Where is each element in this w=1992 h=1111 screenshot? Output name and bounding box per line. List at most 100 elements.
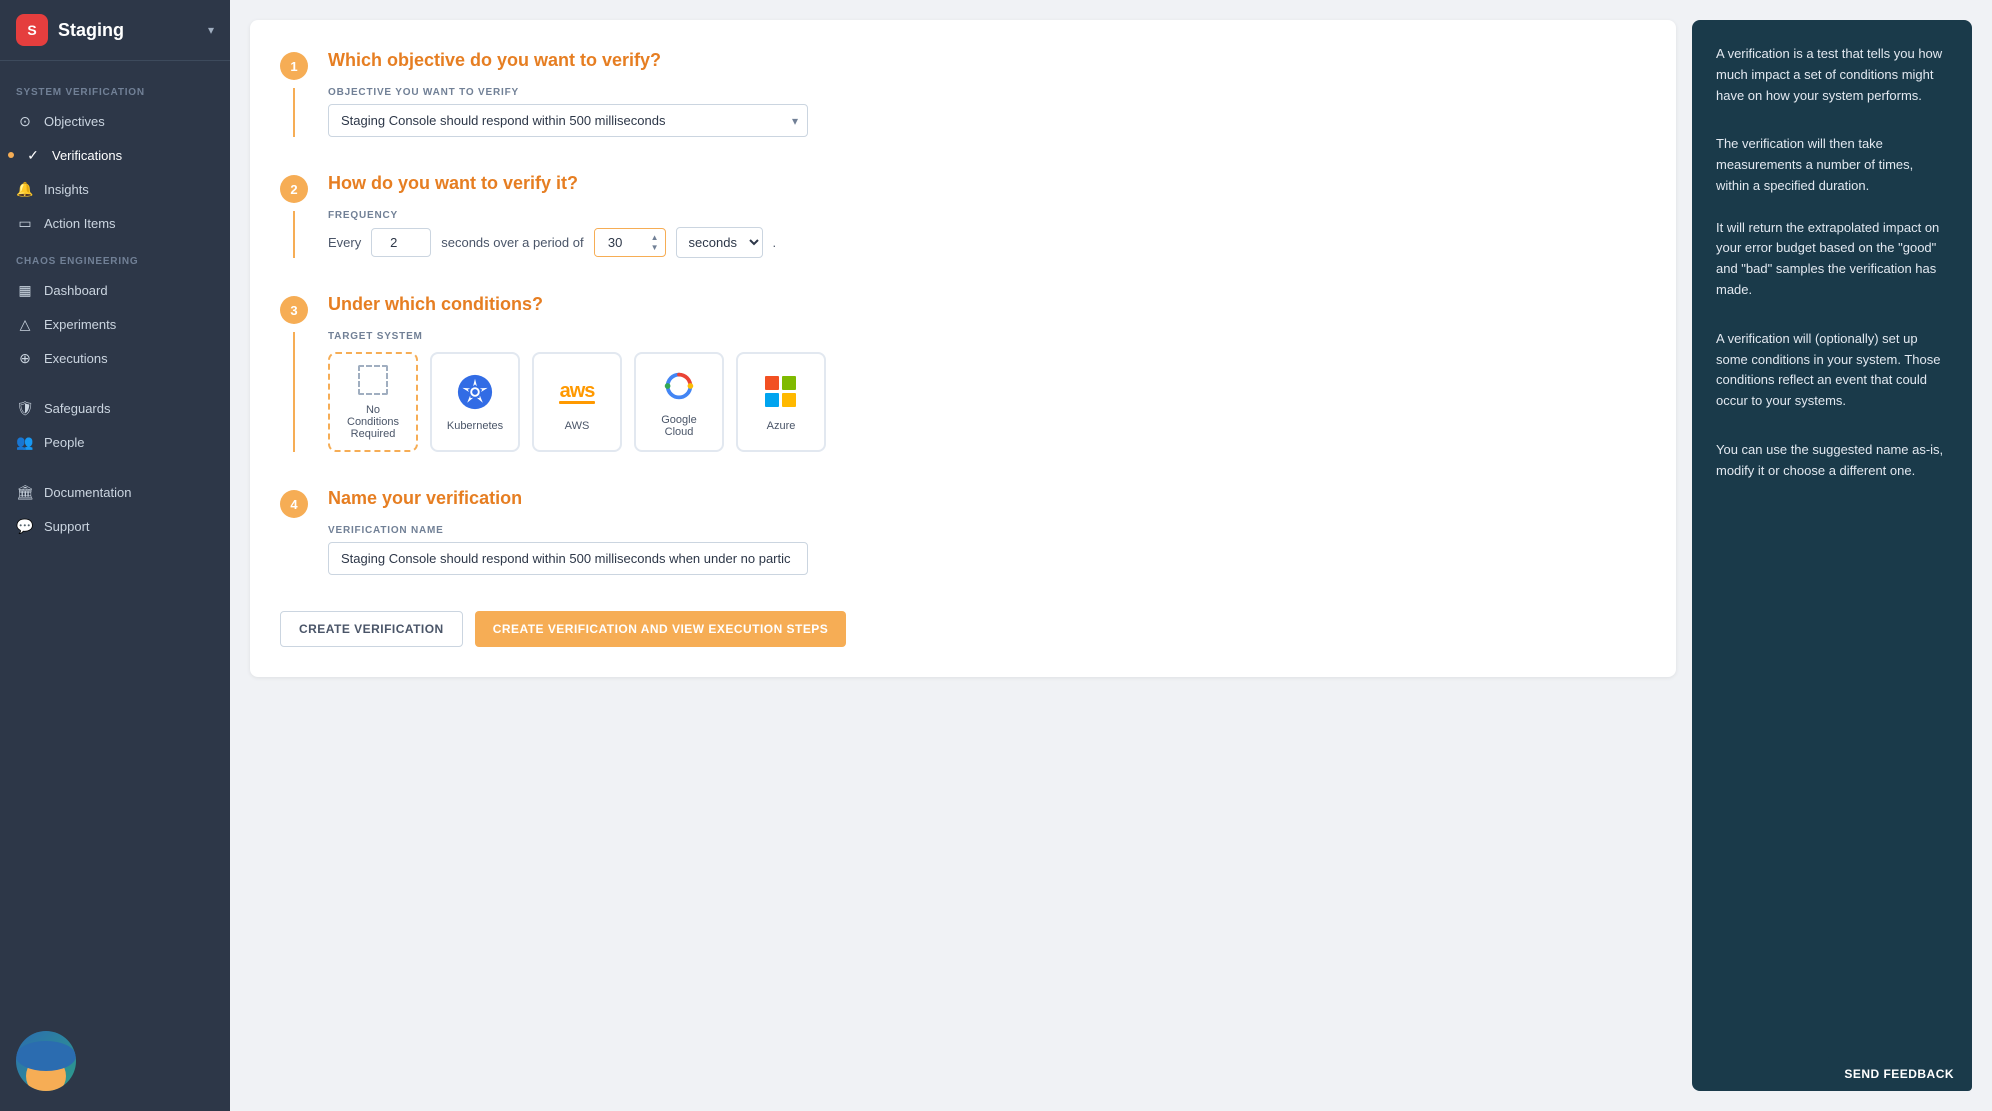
target-none[interactable]: No Conditions Required xyxy=(328,352,418,452)
verification-name-input[interactable] xyxy=(328,542,808,575)
sidebar-item-insights[interactable]: 🔔 Insights xyxy=(0,172,230,206)
target-field-label: TARGET SYSTEM xyxy=(328,331,1646,342)
info-text-2b: It will return the extrapolated impact o… xyxy=(1716,218,1948,301)
people-icon: 👥 xyxy=(16,433,34,451)
target-cards: No Conditions Required xyxy=(328,352,1646,452)
send-feedback-button[interactable]: SEND FEEDBACK xyxy=(1826,1057,1972,1091)
sidebar-item-label: Experiments xyxy=(44,317,116,332)
frequency-input[interactable] xyxy=(371,228,431,257)
step-2-content: How do you want to verify it? FREQUENCY … xyxy=(328,173,1646,258)
sidebar-item-action-items[interactable]: ▭ Action Items xyxy=(0,206,230,240)
target-google-cloud-label: Google Cloud xyxy=(646,414,712,438)
target-aws[interactable]: aws AWS xyxy=(532,352,622,452)
experiments-icon: △ xyxy=(16,315,34,333)
verification-name-field-label: VERIFICATION NAME xyxy=(328,525,1646,536)
sidebar: S Staging ▾ SYSTEM VERIFICATION ⊙ Object… xyxy=(0,0,230,1111)
step-2-title: How do you want to verify it? xyxy=(328,173,1646,194)
aws-icon: aws xyxy=(557,372,597,412)
step-1-title: Which objective do you want to verify? xyxy=(328,50,1646,71)
sidebar-item-label: Insights xyxy=(44,182,89,197)
step-3-content: Under which conditions? TARGET SYSTEM No… xyxy=(328,294,1646,452)
duration-down-button[interactable]: ▼ xyxy=(649,243,661,253)
step-4-title: Name your verification xyxy=(328,488,1646,509)
sidebar-item-experiments[interactable]: △ Experiments xyxy=(0,307,230,341)
sidebar-item-objectives[interactable]: ⊙ Objectives xyxy=(0,104,230,138)
safeguards-icon: 🛡 xyxy=(16,399,34,417)
step-1-block: 1 Which objective do you want to verify?… xyxy=(280,50,1646,137)
support-icon: 💬 xyxy=(16,517,34,535)
info-panel: A verification is a test that tells you … xyxy=(1692,20,1972,1091)
info-text-3: A verification will (optionally) set up … xyxy=(1716,329,1948,412)
app-title: Staging xyxy=(58,20,124,41)
duration-input-wrap: ▲ ▼ xyxy=(594,228,666,257)
info-text-2a: The verification will then take measurem… xyxy=(1716,134,1948,196)
objective-field-label: OBJECTIVE YOU WANT TO VERIFY xyxy=(328,87,1646,98)
target-kubernetes-label: Kubernetes xyxy=(447,420,503,432)
insights-icon: 🔔 xyxy=(16,180,34,198)
verification-form: 1 Which objective do you want to verify?… xyxy=(250,20,1676,677)
sidebar-item-documentation[interactable]: 🏛 Documentation xyxy=(0,475,230,509)
info-section-4: You can use the suggested name as-is, mo… xyxy=(1716,440,1948,482)
system-verification-label: SYSTEM VERIFICATION xyxy=(0,71,230,104)
step-4-content: Name your verification VERIFICATION NAME xyxy=(328,488,1646,575)
step-2-number: 2 xyxy=(280,175,308,203)
step-2-block: 2 How do you want to verify it? FREQUENC… xyxy=(280,173,1646,258)
period-end: . xyxy=(773,235,777,250)
info-section-2: The verification will then take measurem… xyxy=(1716,134,1948,300)
sidebar-item-label: People xyxy=(44,435,84,450)
step-4-block: 4 Name your verification VERIFICATION NA… xyxy=(280,488,1646,575)
chevron-down-icon[interactable]: ▾ xyxy=(208,23,214,37)
sidebar-item-support[interactable]: 💬 Support xyxy=(0,509,230,543)
target-aws-label: AWS xyxy=(565,420,590,432)
sidebar-item-verifications[interactable]: ✓ Verifications xyxy=(0,138,230,172)
duration-unit-select[interactable]: seconds minutes hours xyxy=(676,227,763,258)
sidebar-item-dashboard[interactable]: ▦ Dashboard xyxy=(0,273,230,307)
sidebar-item-label: Dashboard xyxy=(44,283,108,298)
target-azure-label: Azure xyxy=(767,420,796,432)
every-label: Every xyxy=(328,235,361,250)
executions-icon: ⊕ xyxy=(16,349,34,367)
step-1-number: 1 xyxy=(280,52,308,80)
app-icon: S xyxy=(16,14,48,46)
duration-input[interactable] xyxy=(595,229,645,256)
frequency-row: Every seconds over a period of ▲ ▼ xyxy=(328,227,776,258)
sidebar-item-label: Action Items xyxy=(44,216,116,231)
step-3-title: Under which conditions? xyxy=(328,294,1646,315)
duration-spinners: ▲ ▼ xyxy=(645,233,665,253)
step-3-number: 3 xyxy=(280,296,308,324)
create-verification-view-steps-button[interactable]: CREATE VERIFICATION AND VIEW EXECUTION S… xyxy=(475,611,847,647)
sidebar-item-label: Executions xyxy=(44,351,108,366)
sidebar-item-people[interactable]: 👥 People xyxy=(0,425,230,459)
main-content: 1 Which objective do you want to verify?… xyxy=(230,0,1992,1111)
google-cloud-icon xyxy=(659,366,699,406)
info-text-1: A verification is a test that tells you … xyxy=(1716,44,1948,106)
active-dot xyxy=(8,152,14,158)
objective-select[interactable]: Staging Console should respond within 50… xyxy=(328,104,808,137)
frequency-field-label: FREQUENCY xyxy=(328,210,776,221)
no-conditions-icon xyxy=(353,364,393,396)
objective-select-wrapper: Staging Console should respond within 50… xyxy=(328,104,808,137)
sidebar-item-safeguards[interactable]: 🛡 Safeguards xyxy=(0,391,230,425)
duration-up-button[interactable]: ▲ xyxy=(649,233,661,243)
send-feedback-area: SEND FEEDBACK xyxy=(1826,1057,1972,1091)
dashboard-icon: ▦ xyxy=(16,281,34,299)
create-verification-button[interactable]: CREATE VERIFICATION xyxy=(280,611,463,647)
sidebar-item-label: Safeguards xyxy=(44,401,111,416)
info-section-3: A verification will (optionally) set up … xyxy=(1716,329,1948,412)
sidebar-header: S Staging ▾ xyxy=(0,0,230,61)
chaos-engineering-label: CHAOS ENGINEERING xyxy=(0,240,230,273)
step-4-number: 4 xyxy=(280,490,308,518)
documentation-icon: 🏛 xyxy=(16,483,34,501)
target-google-cloud[interactable]: Google Cloud xyxy=(634,352,724,452)
target-kubernetes[interactable]: Kubernetes xyxy=(430,352,520,452)
sidebar-item-executions[interactable]: ⊕ Executions xyxy=(0,341,230,375)
info-section-1: A verification is a test that tells you … xyxy=(1716,44,1948,106)
sidebar-item-label: Documentation xyxy=(44,485,131,500)
sidebar-item-label: Objectives xyxy=(44,114,105,129)
period-label: seconds over a period of xyxy=(441,235,583,250)
target-none-label: No Conditions Required xyxy=(340,404,406,440)
sidebar-item-label: Verifications xyxy=(52,148,122,163)
sidebar-item-label: Support xyxy=(44,519,90,534)
target-azure[interactable]: Azure xyxy=(736,352,826,452)
azure-icon xyxy=(761,372,801,412)
